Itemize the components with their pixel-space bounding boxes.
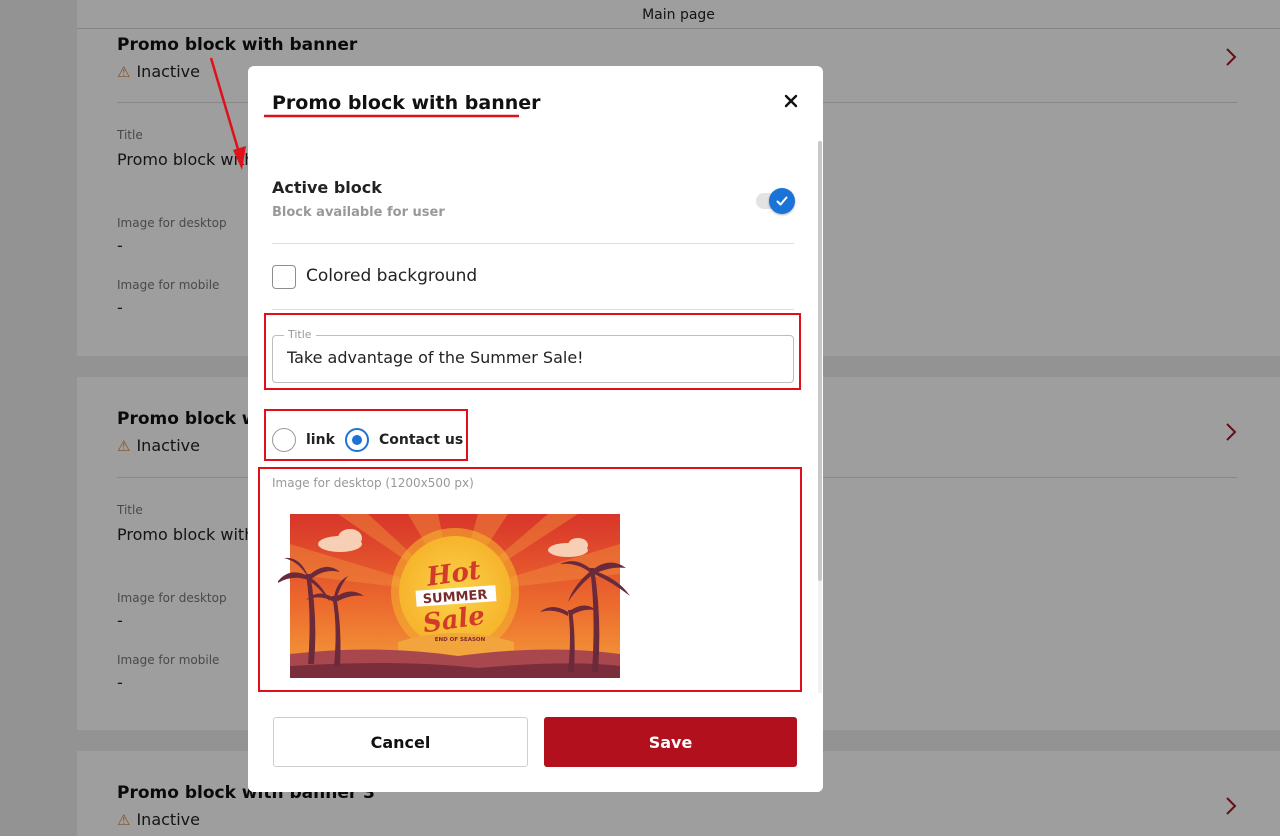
radio-link[interactable] [272,428,296,452]
close-icon[interactable] [780,90,802,112]
radio-contact-us-label[interactable]: Contact us [379,432,463,448]
active-block-title: Active block [272,178,382,197]
active-block-subtitle: Block available for user [272,205,445,220]
summer-sale-banner-image[interactable]: Hot SUMMER Sale END OF SEASON [278,504,638,682]
check-icon [776,196,788,206]
section-divider [272,243,794,244]
radio-link-label[interactable]: link [306,432,335,448]
banner-text-end-of-season: END OF SEASON [435,637,486,643]
scrollbar-thumb[interactable] [818,141,822,581]
modal-title: Promo block with banner [272,92,541,114]
colored-background-label: Colored background [306,266,478,286]
radio-contact-us[interactable] [345,428,369,452]
toggle-knob [769,188,795,214]
title-input[interactable] [287,348,767,367]
image-desktop-label: Image for desktop (1200x500 px) [272,476,474,490]
cancel-button[interactable]: Cancel [273,717,528,767]
section-divider [272,309,794,310]
edit-promo-modal: Promo block with banner Active block Blo… [248,66,823,792]
save-button[interactable]: Save [544,717,797,767]
active-block-toggle[interactable] [756,188,795,214]
colored-background-checkbox[interactable] [272,265,296,289]
title-field-legend: Title [284,328,316,341]
